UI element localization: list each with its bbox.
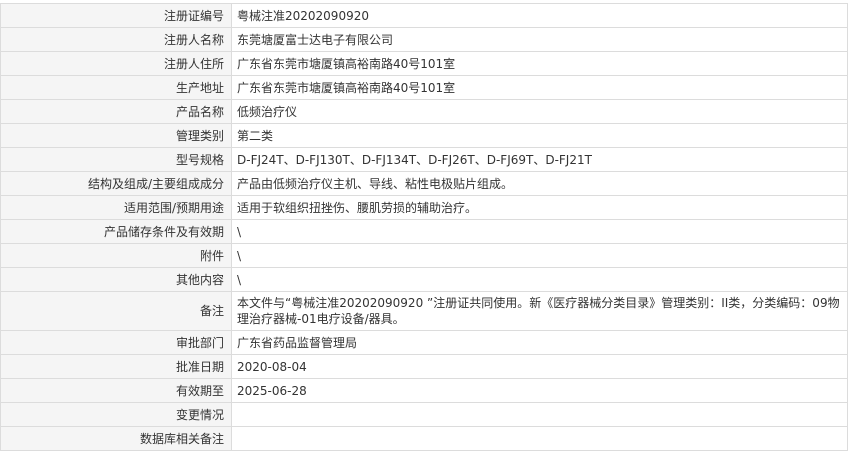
table-row-storage-validity: 产品储存条件及有效期 \ xyxy=(0,219,848,244)
field-value: D-FJ24T、D-FJ130T、D-FJ134T、D-FJ26T、D-FJ69… xyxy=(231,147,848,172)
field-label: 适用范围/预期用途 xyxy=(0,195,232,220)
field-label: 型号规格 xyxy=(0,147,232,172)
field-value: 低频治疗仪 xyxy=(231,99,848,124)
table-row-model-specification: 型号规格 D-FJ24T、D-FJ130T、D-FJ134T、D-FJ26T、D… xyxy=(0,147,848,172)
field-value: 2020-08-04 xyxy=(231,354,848,379)
field-value: 广东省药品监督管理局 xyxy=(231,330,848,355)
field-value xyxy=(231,402,848,427)
table-row-approval-department: 审批部门 广东省药品监督管理局 xyxy=(0,330,848,355)
registration-record-table: 注册证编号 粤械注准20202090920 注册人名称 东莞塘厦富士达电子有限公… xyxy=(0,3,848,451)
field-value: 第二类 xyxy=(231,123,848,148)
table-row-registrant-address: 注册人住所 广东省东莞市塘厦镇高裕南路40号101室 xyxy=(0,51,848,76)
field-label: 结构及组成/主要组成成分 xyxy=(0,171,232,196)
field-value: 广东省东莞市塘厦镇高裕南路40号101室 xyxy=(231,75,848,100)
field-label: 变更情况 xyxy=(0,402,232,427)
field-value xyxy=(231,426,848,451)
field-label: 产品名称 xyxy=(0,99,232,124)
field-value: 产品由低频治疗仪主机、导线、粘性电极贴片组成。 xyxy=(231,171,848,196)
record-table-body: 注册证编号 粤械注准20202090920 注册人名称 东莞塘厦富士达电子有限公… xyxy=(0,3,848,451)
field-value: \ xyxy=(231,219,848,244)
table-row-remarks: 备注 本文件与“粤械注准20202090920 ”注册证共同使用。新《医疗器械分… xyxy=(0,291,848,331)
field-label: 注册人住所 xyxy=(0,51,232,76)
field-label: 批准日期 xyxy=(0,354,232,379)
table-row-database-remarks: 数据库相关备注 xyxy=(0,426,848,451)
field-label: 附件 xyxy=(0,243,232,268)
field-value: \ xyxy=(231,267,848,292)
field-label: 备注 xyxy=(0,291,232,331)
table-row-product-name: 产品名称 低频治疗仪 xyxy=(0,99,848,124)
field-label: 注册人名称 xyxy=(0,27,232,52)
table-row-registrant-name: 注册人名称 东莞塘厦富士达电子有限公司 xyxy=(0,27,848,52)
field-value: 广东省东莞市塘厦镇高裕南路40号101室 xyxy=(231,51,848,76)
table-row-intended-use: 适用范围/预期用途 适用于软组织扭挫伤、腰肌劳损的辅助治疗。 xyxy=(0,195,848,220)
table-row-approval-date: 批准日期 2020-08-04 xyxy=(0,354,848,379)
table-row-valid-until: 有效期至 2025-06-28 xyxy=(0,378,848,403)
field-value: 适用于软组织扭挫伤、腰肌劳损的辅助治疗。 xyxy=(231,195,848,220)
field-label: 审批部门 xyxy=(0,330,232,355)
table-row-change-history: 变更情况 xyxy=(0,402,848,427)
table-row-production-address: 生产地址 广东省东莞市塘厦镇高裕南路40号101室 xyxy=(0,75,848,100)
field-value: 粤械注准20202090920 xyxy=(231,3,848,28)
table-row-accessories: 附件 \ xyxy=(0,243,848,268)
field-value: \ xyxy=(231,243,848,268)
field-value: 本文件与“粤械注准20202090920 ”注册证共同使用。新《医疗器械分类目录… xyxy=(231,291,848,331)
field-label: 生产地址 xyxy=(0,75,232,100)
field-label: 注册证编号 xyxy=(0,3,232,28)
field-label: 产品储存条件及有效期 xyxy=(0,219,232,244)
table-row-structure-composition: 结构及组成/主要组成成分 产品由低频治疗仪主机、导线、粘性电极贴片组成。 xyxy=(0,171,848,196)
field-value: 2025-06-28 xyxy=(231,378,848,403)
table-row-other-content: 其他内容 \ xyxy=(0,267,848,292)
field-value: 东莞塘厦富士达电子有限公司 xyxy=(231,27,848,52)
table-row-registration-number: 注册证编号 粤械注准20202090920 xyxy=(0,3,848,28)
field-label: 管理类别 xyxy=(0,123,232,148)
field-label: 有效期至 xyxy=(0,378,232,403)
field-label: 其他内容 xyxy=(0,267,232,292)
table-row-management-category: 管理类别 第二类 xyxy=(0,123,848,148)
field-label: 数据库相关备注 xyxy=(0,426,232,451)
